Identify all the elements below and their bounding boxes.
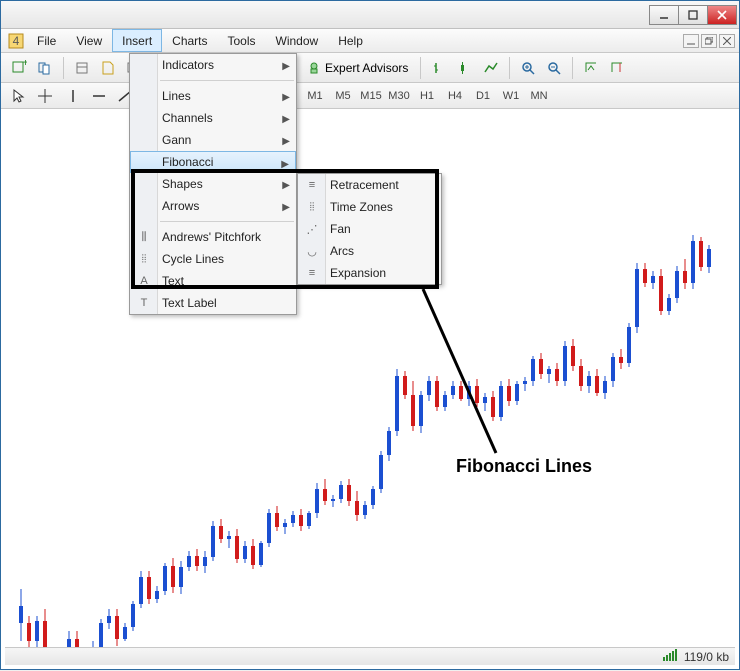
annotation-text: Fibonacci Lines [456, 456, 592, 477]
app-window: 4 FileViewInsertChartsToolsWindowHelp + … [0, 0, 740, 670]
annotation-line [1, 1, 740, 671]
